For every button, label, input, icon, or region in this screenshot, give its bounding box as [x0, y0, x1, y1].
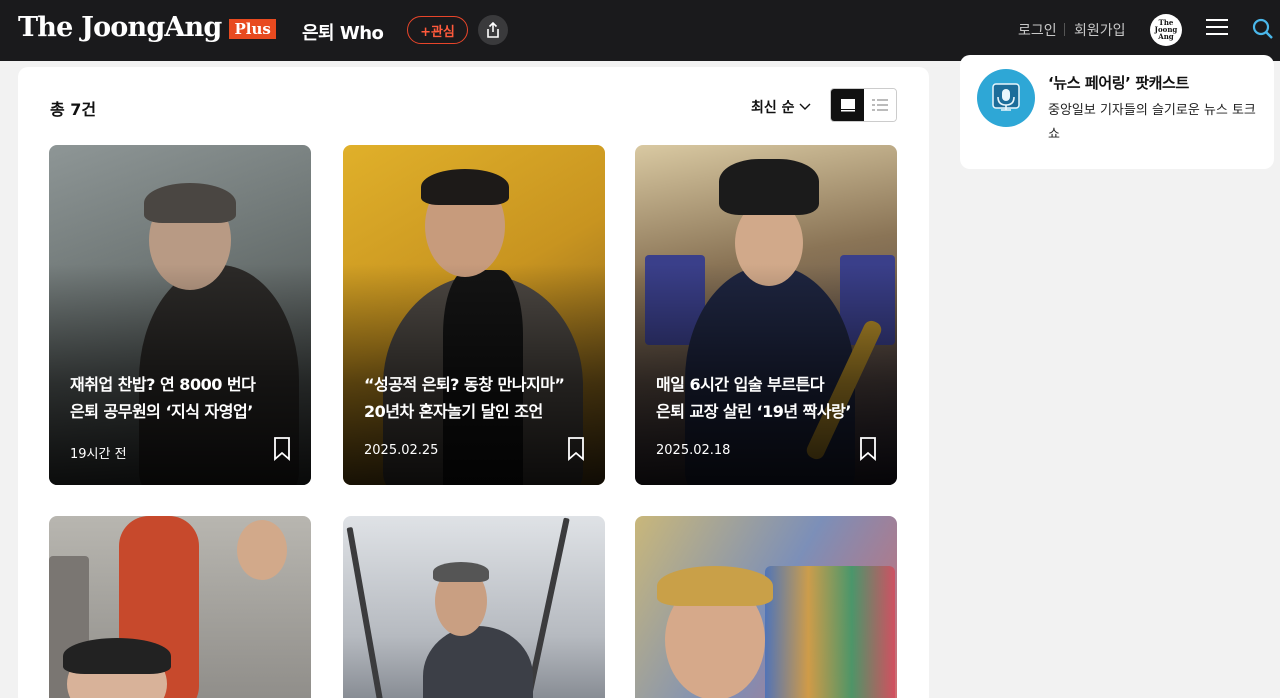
search-button[interactable]	[1252, 18, 1276, 42]
podcast-promo[interactable]: ‘뉴스 페어링’ 팟캐스트 중앙일보 기자들의 슬기로운 뉴스 토크쇼	[960, 55, 1274, 169]
card-view-button[interactable]	[831, 89, 864, 121]
article-title: 재취업 찬밥? 연 8000 번다 은퇴 공무원의 ‘지식 자영업’	[70, 371, 295, 425]
logo-text: The JoongAng	[18, 12, 222, 43]
article-title: 매일 6시간 입술 부르튼다 은퇴 교장 살린 ‘19년 짝사랑’	[656, 371, 881, 425]
article-title-line: “성공적 은퇴? 동창 만나지마”	[364, 375, 565, 394]
bookmark-icon[interactable]	[567, 437, 585, 461]
follow-button[interactable]: +관심	[407, 16, 468, 44]
article-count: 총 7건	[50, 100, 97, 119]
site-header: The JoongAng Plus 은퇴 Who +관심 로그인 회원가입 Th…	[0, 0, 1280, 61]
podcast-description: 중앙일보 기자들의 슬기로운 뉴스 토크쇼	[1048, 103, 1256, 142]
article-card[interactable]: 매일 6시간 입술 부르튼다 은퇴 교장 살린 ‘19년 짝사랑’ 2025.0…	[635, 145, 897, 485]
article-date: 19시간 전	[70, 447, 127, 462]
login-link[interactable]: 로그인	[1018, 20, 1057, 40]
header-divider	[1064, 23, 1065, 36]
view-toggle	[830, 88, 897, 122]
list-view-icon	[872, 99, 888, 111]
article-title-line: 은퇴 공무원의 ‘지식 자영업’	[70, 402, 253, 421]
search-icon	[1252, 18, 1273, 39]
article-photo	[343, 516, 605, 698]
chevron-down-icon	[799, 103, 811, 110]
card-view-icon	[840, 99, 855, 112]
site-logo[interactable]: The JoongAng Plus	[18, 12, 276, 43]
article-title-line: 매일 6시간 입술 부르튼다	[656, 375, 825, 394]
bookmark-icon[interactable]	[273, 437, 291, 461]
article-date: 2025.02.25	[364, 443, 439, 458]
article-card[interactable]: “성공적 은퇴? 동창 만나지마” 20년차 혼자놀기 달인 조언 2025.0…	[343, 145, 605, 485]
menu-icon[interactable]	[1206, 19, 1228, 41]
article-card[interactable]	[343, 516, 605, 698]
share-button[interactable]	[478, 15, 508, 45]
podcast-title[interactable]: ‘뉴스 페어링’ 팟캐스트	[1048, 72, 1189, 93]
article-title: “성공적 은퇴? 동창 만나지마” 20년차 혼자놀기 달인 조언	[364, 371, 589, 425]
list-view-button[interactable]	[864, 89, 896, 121]
sort-label: 최신 순	[751, 100, 795, 116]
article-date: 2025.02.18	[656, 443, 731, 458]
sort-dropdown[interactable]: 최신 순	[751, 97, 811, 117]
article-title-line: 은퇴 교장 살린 ‘19년 짝사랑’	[656, 402, 851, 421]
article-card[interactable]	[635, 516, 897, 698]
article-card[interactable]	[49, 516, 311, 698]
share-icon	[487, 22, 499, 38]
logo-plus-badge: Plus	[229, 18, 276, 39]
article-title-line: 20년차 혼자놀기 달인 조언	[364, 402, 543, 421]
article-photo	[635, 516, 897, 698]
signup-link[interactable]: 회원가입	[1074, 20, 1126, 40]
section-title[interactable]: 은퇴 Who	[302, 19, 384, 45]
avatar-text: The Joong Ang	[1154, 18, 1178, 41]
article-list-panel: 총 7건 최신 순 재취업 찬밥? 연 8000 번다 은퇴 공무원의 ‘지식 …	[18, 67, 929, 698]
avatar[interactable]: The Joong Ang	[1150, 14, 1182, 46]
article-card[interactable]: 재취업 찬밥? 연 8000 번다 은퇴 공무원의 ‘지식 자영업’ 19시간 …	[49, 145, 311, 485]
article-title-line: 재취업 찬밥? 연 8000 번다	[70, 375, 256, 394]
article-photo	[49, 516, 311, 698]
podcast-icon	[977, 69, 1035, 127]
bookmark-icon[interactable]	[859, 437, 877, 461]
